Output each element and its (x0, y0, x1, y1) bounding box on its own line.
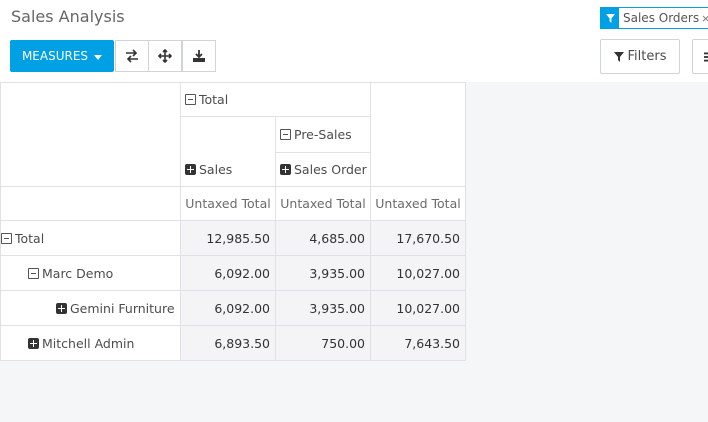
row-header-gemini-furniture[interactable]: Gemini Furniture (0, 290, 181, 326)
measure-header[interactable]: Untaxed Total (370, 186, 466, 221)
col-header-total-empty (370, 82, 466, 187)
collapse-icon (28, 267, 39, 279)
group-by-icon (704, 52, 708, 61)
cell-value[interactable]: 17,670.50 (370, 220, 466, 256)
col-header-sales[interactable]: Sales (180, 116, 276, 187)
table-row: Mitchell Admin 6,893.50 750.00 7,643.50 (0, 325, 466, 361)
cell-value[interactable]: 7,643.50 (370, 325, 466, 361)
cell-value[interactable]: 6,092.00 (180, 255, 276, 291)
filters-button[interactable]: Filters (600, 39, 680, 74)
col-header-presales[interactable]: Pre-Sales (275, 116, 371, 153)
expand-all-button[interactable] (148, 40, 182, 72)
measures-button[interactable]: MEASURES (10, 40, 114, 72)
download-icon (193, 50, 205, 62)
collapse-icon (185, 94, 196, 105)
caret-down-icon (94, 54, 103, 60)
table-row: Total 12,985.50 4,685.00 17,670.50 (0, 220, 466, 256)
row-header-total[interactable]: Total (0, 220, 181, 256)
search-facet-sales-orders[interactable]: Sales Orders × (600, 7, 708, 29)
collapse-icon (1, 232, 12, 244)
expand-icon (56, 302, 67, 314)
filter-icon (601, 8, 619, 28)
expand-icon (28, 337, 39, 349)
col-header-total[interactable]: Total (180, 82, 371, 117)
expand-icon (280, 164, 291, 175)
pivot-corner (0, 82, 181, 187)
cell-value[interactable]: 4,685.00 (275, 220, 371, 256)
measure-header[interactable]: Untaxed Total (275, 186, 371, 221)
cell-value[interactable]: 10,027.00 (370, 255, 466, 291)
table-row: Marc Demo 6,092.00 3,935.00 10,027.00 (0, 255, 466, 291)
cell-value[interactable]: 750.00 (275, 325, 371, 361)
flip-axis-icon (126, 49, 138, 63)
page-title: Sales Analysis (11, 7, 125, 26)
facet-label: Sales Orders (623, 11, 700, 25)
group-by-button[interactable] (692, 39, 708, 74)
download-button[interactable] (182, 40, 216, 72)
collapse-icon (280, 129, 291, 140)
cell-value[interactable]: 10,027.00 (370, 290, 466, 326)
table-row: Gemini Furniture 6,092.00 3,935.00 10,02… (0, 290, 466, 326)
measures-label: MEASURES (21, 49, 89, 63)
cell-value[interactable]: 3,935.00 (275, 255, 371, 291)
row-header-marc-demo[interactable]: Marc Demo (0, 255, 181, 291)
pivot-view: Total Sales Pre-Sales Sales Order Untaxe… (0, 82, 708, 422)
facet-remove-icon[interactable]: × (701, 12, 708, 25)
col-header-sales-order[interactable]: Sales Order (275, 152, 371, 187)
row-header-mitchell-admin[interactable]: Mitchell Admin (0, 325, 181, 361)
flip-axis-button[interactable] (115, 40, 149, 72)
cell-value[interactable]: 3,935.00 (275, 290, 371, 326)
measure-corner (0, 186, 181, 221)
expand-icon (185, 164, 196, 175)
pivot-table: Total Sales Pre-Sales Sales Order Untaxe… (0, 82, 466, 361)
control-panel: Sales Analysis MEASURES Sales Orders × F… (0, 0, 708, 83)
cell-value[interactable]: 12,985.50 (180, 220, 276, 256)
filters-label: Filters (627, 49, 667, 64)
filter-icon (613, 51, 624, 62)
expand-all-icon (158, 49, 172, 63)
cell-value[interactable]: 6,092.00 (180, 290, 276, 326)
cell-value[interactable]: 6,893.50 (180, 325, 276, 361)
measure-header[interactable]: Untaxed Total (180, 186, 276, 221)
